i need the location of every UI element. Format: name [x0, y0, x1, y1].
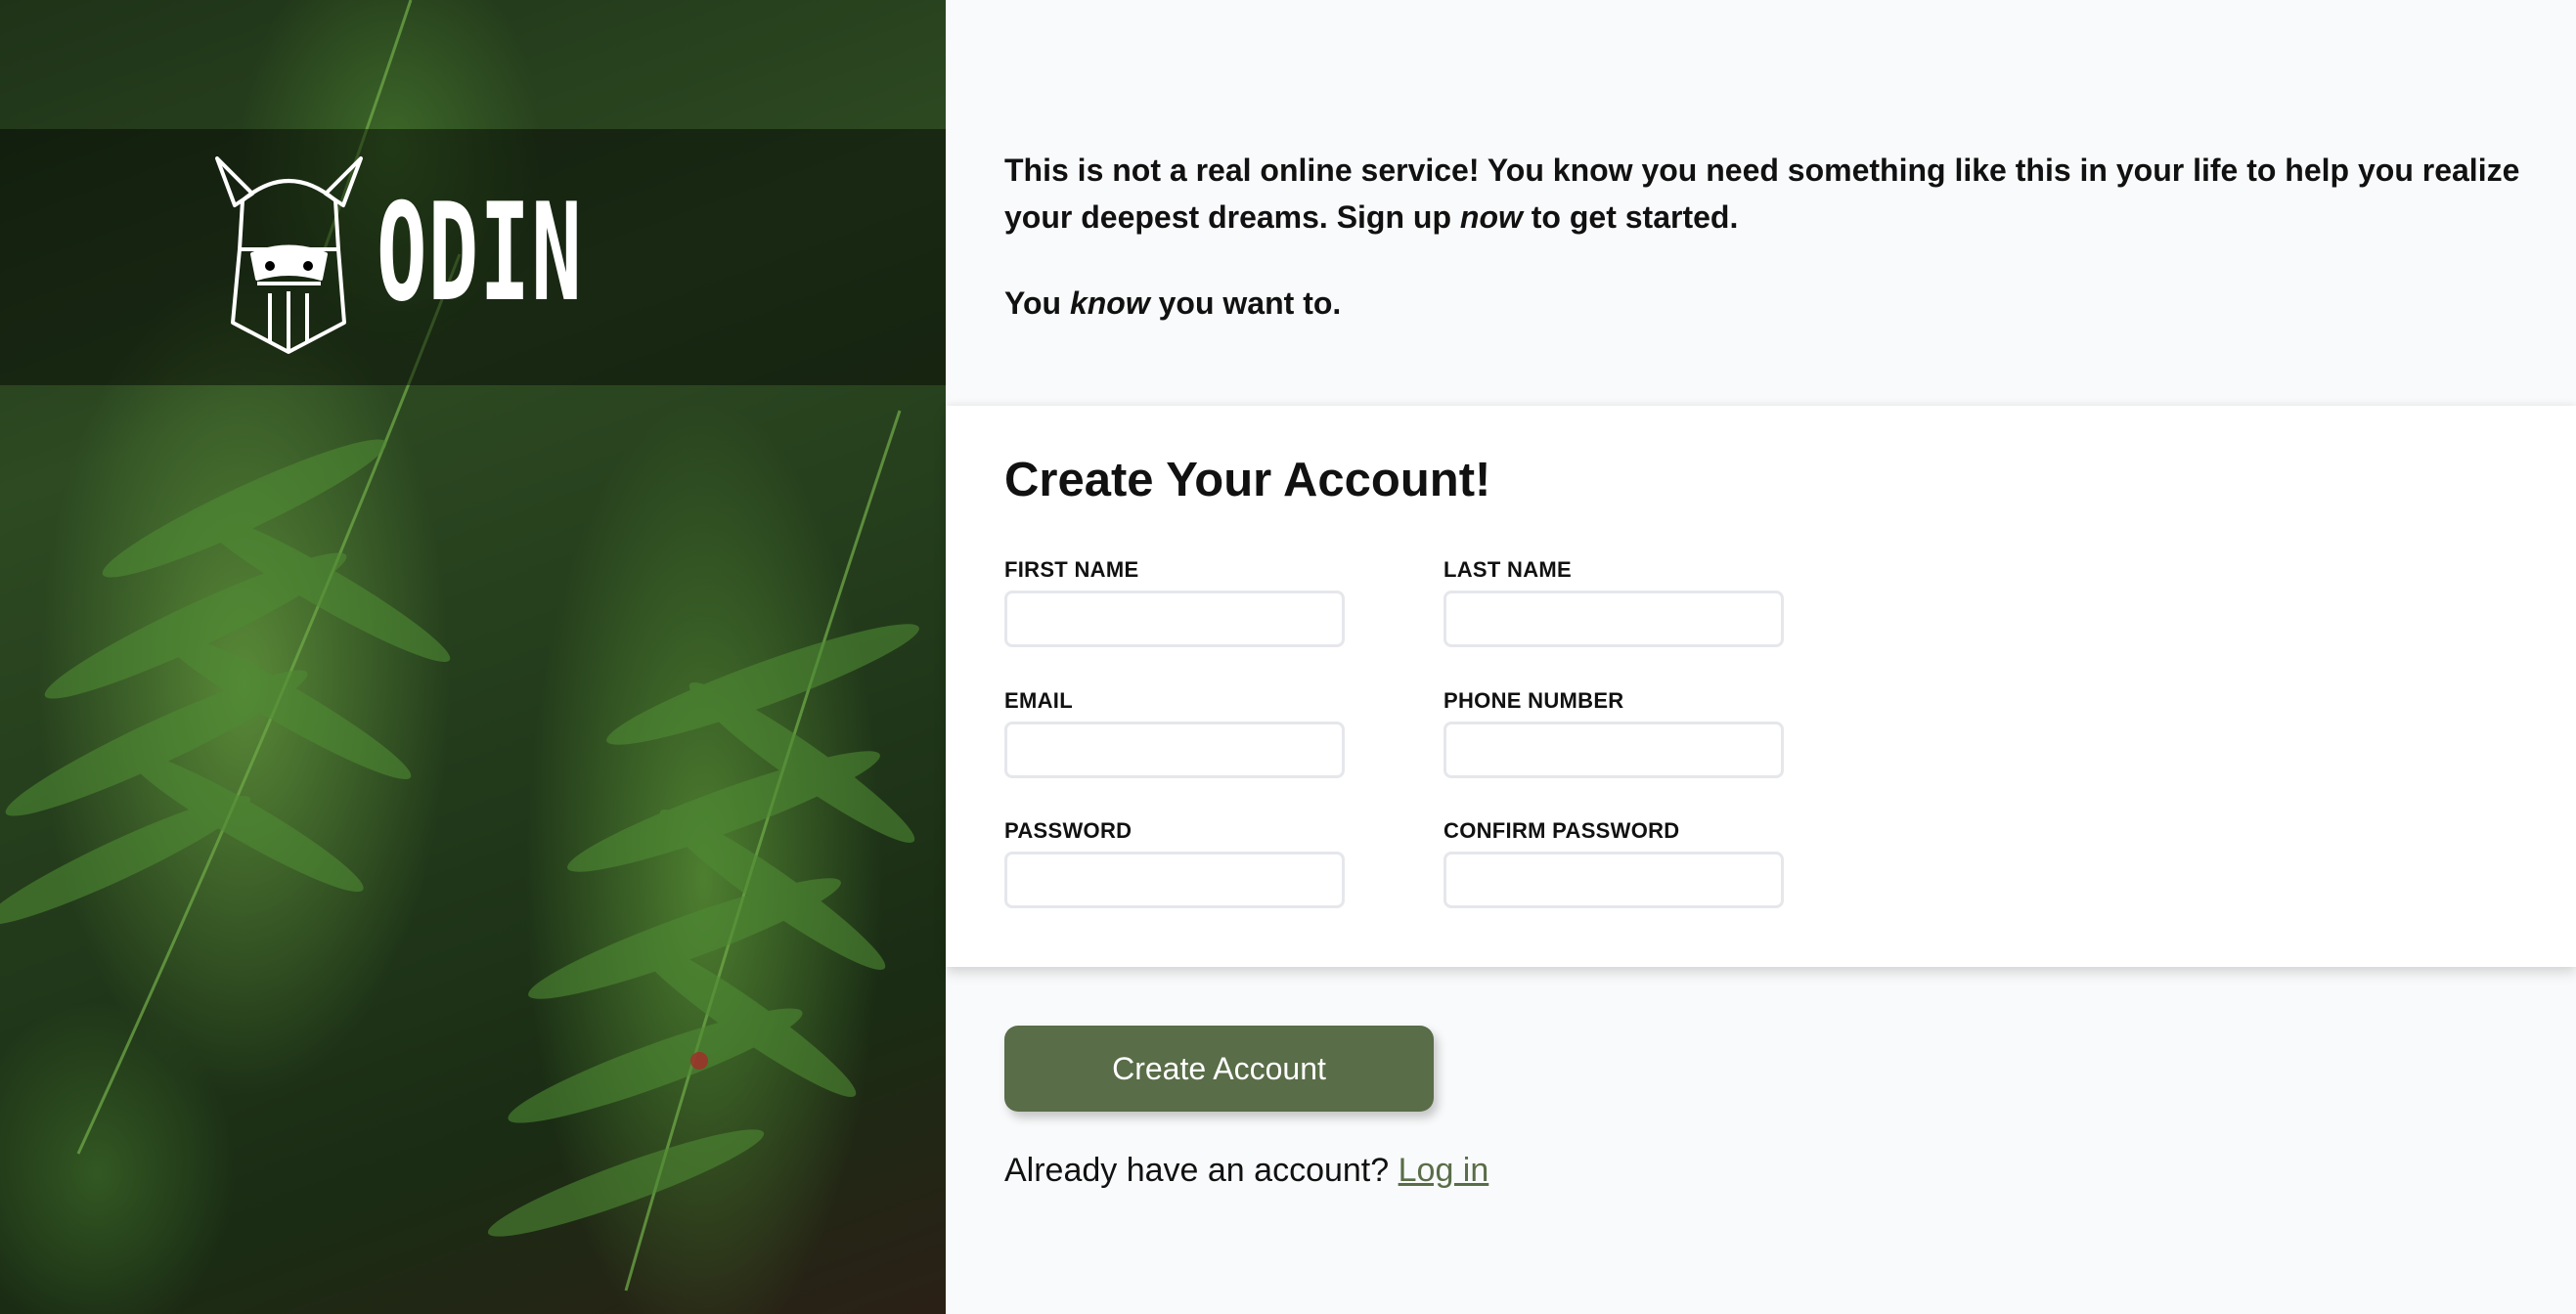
confirm-password-label: CONFIRM PASSWORD	[1443, 818, 1680, 843]
intro-text: This is not a real online service! You k…	[1004, 147, 2530, 327]
confirm-password-field: CONFIRM PASSWORD	[1443, 818, 1784, 908]
email-input[interactable]	[1004, 722, 1345, 778]
email-field: EMAIL	[1004, 688, 1345, 778]
login-prompt: Already have an account? Log in	[1004, 1152, 1488, 1190]
last-name-field: LAST NAME	[1443, 557, 1784, 647]
brand-logo: ODIN	[213, 156, 709, 357]
brand-name: ODIN	[377, 173, 584, 331]
confirm-password-input[interactable]	[1443, 852, 1784, 908]
hero-image-panel: ODIN	[0, 0, 946, 1314]
phone-field: PHONE NUMBER	[1443, 688, 1784, 778]
first-name-label: FIRST NAME	[1004, 557, 1139, 582]
signup-form-card: Create Your Account! FIRST NAME LAST NAM…	[946, 406, 2576, 967]
intro-paragraph-1: This is not a real online service! You k…	[1004, 153, 2520, 235]
phone-input[interactable]	[1443, 722, 1784, 778]
password-input[interactable]	[1004, 852, 1345, 908]
login-prompt-text: Already have an account?	[1004, 1152, 1390, 1189]
viking-helmet-icon	[215, 156, 363, 354]
first-name-input[interactable]	[1004, 591, 1345, 647]
first-name-field: FIRST NAME	[1004, 557, 1345, 647]
login-link[interactable]: Log in	[1399, 1152, 1489, 1189]
create-account-button[interactable]: Create Account	[1004, 1026, 1434, 1112]
form-title: Create Your Account!	[1004, 454, 1491, 506]
email-label: EMAIL	[1004, 688, 1073, 713]
phone-label: PHONE NUMBER	[1443, 688, 1624, 713]
last-name-label: LAST NAME	[1443, 557, 1573, 582]
password-label: PASSWORD	[1004, 818, 1133, 843]
last-name-input[interactable]	[1443, 591, 1784, 647]
intro-paragraph-2: You know you want to.	[1004, 285, 1342, 321]
password-field: PASSWORD	[1004, 818, 1345, 908]
